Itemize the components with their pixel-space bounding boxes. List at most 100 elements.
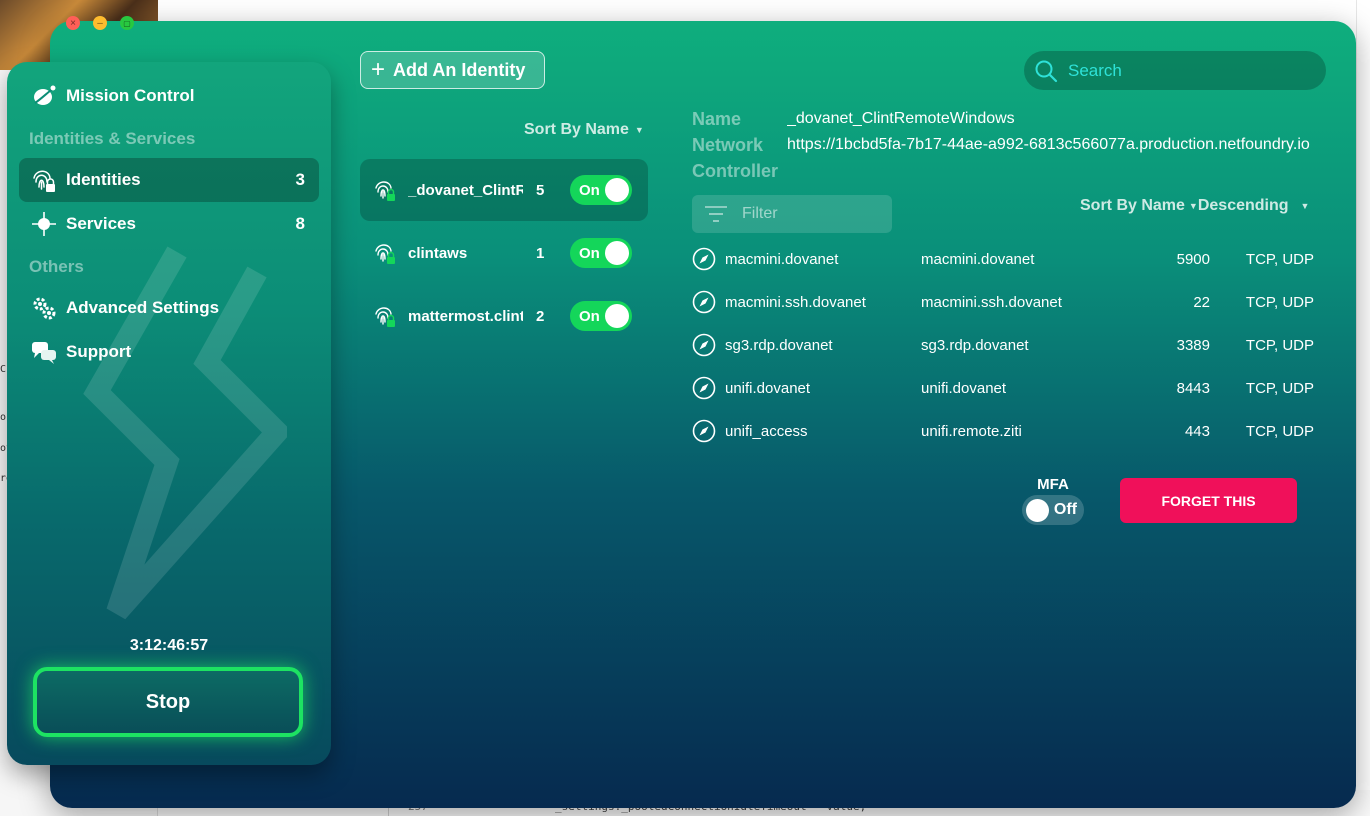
identity-toggle[interactable]: On bbox=[570, 175, 632, 205]
filter-icon bbox=[705, 206, 727, 222]
service-row[interactable]: unifi_access unifi.remote.ziti 443 TCP, … bbox=[692, 417, 1314, 447]
sidebar: Mission Control Identities & Services Id… bbox=[7, 62, 331, 765]
identities-count: 3 bbox=[295, 170, 305, 189]
background-window-edge bbox=[1356, 0, 1370, 660]
sidebar-section-identities-services: Identities & Services bbox=[29, 129, 196, 148]
service-row[interactable]: sg3.rdp.dovanet sg3.rdp.dovanet 3389 TCP… bbox=[692, 331, 1314, 361]
fingerprint-lock-icon bbox=[375, 307, 395, 327]
sidebar-item-advanced-settings[interactable]: Advanced Settings bbox=[19, 286, 319, 330]
sidebar-item-label: Mission Control bbox=[66, 86, 195, 105]
service-host: macmini.dovanet bbox=[921, 251, 1035, 268]
identity-item[interactable]: mattermost.clint 2 On bbox=[360, 285, 648, 347]
service-host: sg3.rdp.dovanet bbox=[921, 337, 1029, 354]
minimize-icon: – bbox=[97, 17, 103, 29]
detail-name-value: _dovanet_ClintRemoteWindows bbox=[787, 110, 1015, 127]
service-row[interactable]: unifi.dovanet unifi.dovanet 8443 TCP, UD… bbox=[692, 374, 1314, 404]
sidebar-item-label: Services bbox=[66, 214, 136, 233]
toggle-knob bbox=[605, 241, 629, 265]
service-port: 5900 bbox=[1176, 251, 1210, 268]
service-protocol: TCP, UDP bbox=[1245, 294, 1314, 311]
maximize-icon: ▢ bbox=[123, 18, 131, 28]
satellite-icon bbox=[34, 85, 56, 105]
identity-name: mattermost.clint bbox=[408, 307, 523, 325]
service-port: 22 bbox=[1193, 294, 1210, 311]
compass-icon bbox=[692, 376, 716, 400]
detail-network-value: https://1bcbd5fa-7b17-44ae-a992-6813c566… bbox=[787, 136, 1310, 153]
plus-icon: + bbox=[371, 56, 386, 83]
background-text: C bbox=[0, 364, 7, 375]
compass-icon bbox=[692, 247, 716, 271]
sidebar-item-label: Support bbox=[66, 342, 132, 361]
service-host: unifi.remote.ziti bbox=[921, 423, 1022, 440]
service-host: macmini.ssh.dovanet bbox=[921, 294, 1062, 311]
add-identity-button[interactable]: + Add An Identity bbox=[360, 51, 545, 89]
sidebar-item-label: Identities bbox=[66, 170, 141, 189]
sidebar-item-identities[interactable]: Identities 3 bbox=[19, 158, 319, 202]
search-input[interactable]: Search bbox=[1024, 51, 1326, 90]
mfa-toggle[interactable]: Off bbox=[1022, 495, 1084, 525]
caret-down-icon: ▼ bbox=[1188, 200, 1198, 211]
search-placeholder: Search bbox=[1068, 60, 1122, 80]
identity-name: clintaws bbox=[408, 244, 468, 262]
service-row[interactable]: macmini.ssh.dovanet macmini.ssh.dovanet … bbox=[692, 288, 1314, 318]
window-minimize-button[interactable]: – bbox=[93, 16, 107, 30]
forget-label: FORGET THIS bbox=[1161, 492, 1256, 509]
sidebar-section-others: Others bbox=[29, 257, 84, 276]
toggle-knob bbox=[605, 304, 629, 328]
identity-toggle[interactable]: On bbox=[570, 301, 632, 331]
stop-button[interactable]: Stop bbox=[33, 667, 303, 737]
detail-name-label: Name bbox=[692, 109, 742, 129]
identity-name: _dovanet_ClintRemoteWindows bbox=[408, 181, 523, 199]
sidebar-item-support[interactable]: Support bbox=[19, 330, 319, 374]
mfa-state: Off bbox=[1053, 501, 1077, 518]
compass-icon bbox=[692, 333, 716, 357]
service-port: 3389 bbox=[1176, 337, 1210, 354]
service-filter-input[interactable]: Filter bbox=[692, 195, 892, 233]
sidebar-item-label: Advanced Settings bbox=[66, 298, 220, 317]
service-sort-label: Sort By Name bbox=[1080, 197, 1185, 214]
service-port: 443 bbox=[1184, 423, 1210, 440]
window-maximize-button[interactable]: ▢ bbox=[120, 16, 134, 30]
service-port: 8443 bbox=[1176, 380, 1210, 397]
forget-identity-button[interactable]: FORGET THIS bbox=[1120, 478, 1297, 523]
identity-sort-label: Sort By Name bbox=[524, 121, 629, 138]
sidebar-item-services[interactable]: Services 8 bbox=[19, 202, 319, 246]
filter-placeholder: Filter bbox=[742, 205, 778, 222]
search-icon bbox=[1035, 60, 1058, 82]
identity-service-count: 5 bbox=[536, 181, 545, 199]
service-name: macmini.ssh.dovanet bbox=[725, 294, 866, 311]
service-name: sg3.rdp.dovanet bbox=[725, 337, 833, 354]
identity-toggle[interactable]: On bbox=[570, 238, 632, 268]
identity-item[interactable]: _dovanet_ClintRemoteWindows 5 On bbox=[360, 159, 648, 221]
service-row[interactable]: macmini.dovanet macmini.dovanet 5900 TCP… bbox=[692, 245, 1314, 275]
mfa-label: MFA bbox=[1037, 476, 1069, 493]
sidebar-item-mission-control[interactable]: Mission Control bbox=[19, 74, 319, 118]
gears-icon bbox=[33, 297, 56, 320]
toggle-state: On bbox=[579, 181, 600, 199]
service-sort-controls: Sort By Name ▼Descending ▼ bbox=[1080, 197, 1309, 215]
window-close-button[interactable]: × bbox=[66, 16, 80, 30]
toggle-knob bbox=[1026, 499, 1049, 522]
services-count: 8 bbox=[295, 214, 305, 233]
services-crosshair-icon bbox=[32, 212, 56, 236]
identity-sort-dropdown[interactable]: Sort By Name ▼ bbox=[524, 121, 644, 139]
fingerprint-lock-icon bbox=[33, 170, 55, 192]
service-protocol: TCP, UDP bbox=[1245, 380, 1314, 397]
service-protocol: TCP, UDP bbox=[1245, 337, 1314, 354]
service-sort-dropdown[interactable]: Sort By Name ▼ bbox=[1080, 197, 1198, 214]
toggle-state: On bbox=[579, 244, 600, 262]
close-icon: × bbox=[70, 17, 76, 29]
connection-timer: 3:12:46:57 bbox=[129, 637, 209, 654]
identity-item[interactable]: clintaws 1 On bbox=[360, 222, 648, 284]
service-order-label: Descending bbox=[1197, 197, 1289, 214]
caret-down-icon: ▼ bbox=[634, 124, 644, 135]
service-order-dropdown[interactable]: Descending ▼ bbox=[1198, 197, 1310, 214]
service-name: unifi.dovanet bbox=[725, 380, 811, 397]
identity-service-count: 2 bbox=[536, 307, 545, 325]
service-name: unifi_access bbox=[725, 423, 808, 440]
detail-network-label: Network bbox=[692, 135, 764, 155]
fingerprint-lock-icon bbox=[375, 181, 395, 201]
service-protocol: TCP, UDP bbox=[1245, 423, 1314, 440]
detail-controller-label: Controller bbox=[692, 161, 779, 181]
chat-bubbles-icon bbox=[32, 342, 56, 364]
